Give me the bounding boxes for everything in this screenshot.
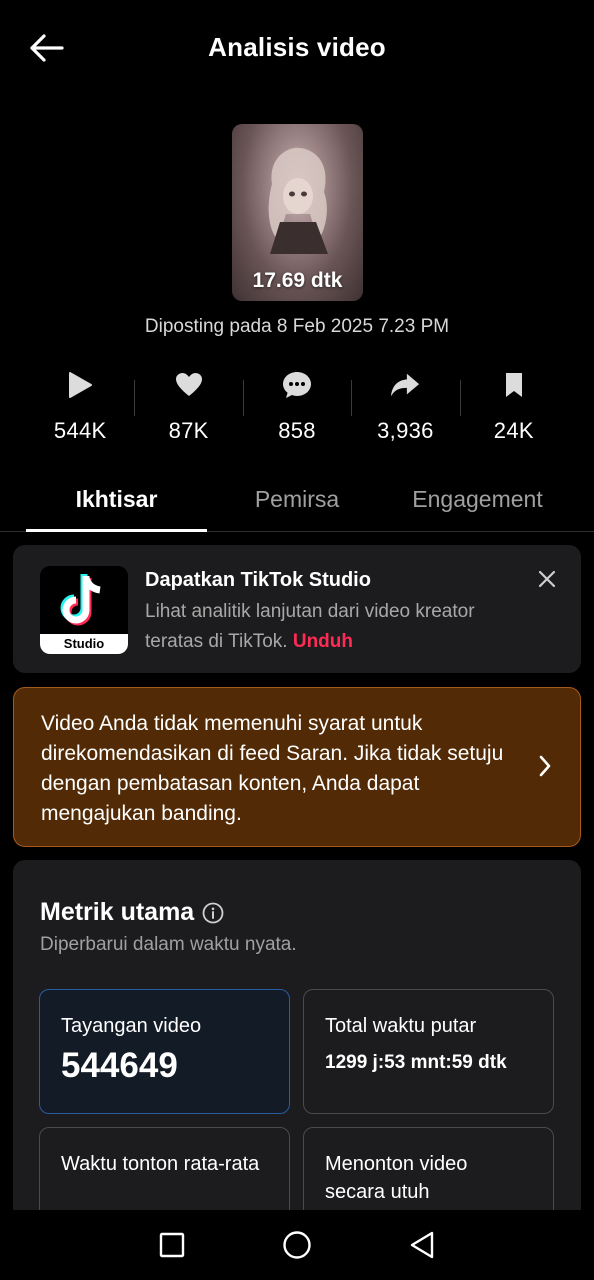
tab-ikhtisar[interactable]: Ikhtisar bbox=[26, 470, 207, 532]
play-icon bbox=[65, 370, 95, 400]
download-link[interactable]: Unduh bbox=[293, 631, 353, 652]
tiktok-studio-promo: Studio Dapatkan TikTok Studio Lihat anal… bbox=[13, 545, 581, 673]
thumbnail-figure-image bbox=[268, 147, 328, 254]
metric-label: Waktu tonton rata-rata bbox=[61, 1153, 260, 1175]
video-duration: 17.69 dtk bbox=[252, 269, 343, 292]
metric-value: 544649 bbox=[61, 1046, 178, 1085]
stat-comments: 858 bbox=[242, 366, 351, 446]
metric-total-watch-time[interactable]: Total waktu putar 1299 j:53 mnt:59 dtk bbox=[303, 989, 554, 1114]
stat-value: 3,936 bbox=[377, 418, 434, 443]
metrics-title-text: Metrik utama bbox=[40, 898, 195, 926]
tab-engagement[interactable]: Engagement bbox=[387, 470, 568, 531]
eligibility-warning-banner[interactable]: Video Anda tidak memenuhi syarat untuk d… bbox=[13, 687, 581, 847]
bookmark-icon bbox=[499, 370, 529, 400]
chevron-right-icon bbox=[539, 755, 551, 777]
info-icon[interactable] bbox=[202, 902, 224, 924]
triangle-back-icon bbox=[410, 1231, 433, 1259]
warning-text: Video Anda tidak memenuhi syarat untuk d… bbox=[41, 712, 504, 825]
stat-value: 24K bbox=[493, 418, 534, 443]
comment-icon bbox=[282, 370, 312, 400]
close-icon bbox=[538, 570, 556, 588]
stat-value: 544K bbox=[53, 418, 107, 443]
stat-value: 858 bbox=[278, 418, 316, 443]
tiktok-studio-logo: Studio bbox=[40, 566, 128, 654]
share-icon bbox=[390, 370, 420, 400]
metric-label: Tayangan video bbox=[61, 1015, 202, 1037]
stat-likes: 87K bbox=[134, 366, 242, 446]
tab-bar: Ikhtisar Pemirsa Engagement bbox=[0, 470, 594, 532]
recent-apps-button[interactable] bbox=[142, 1215, 202, 1275]
system-navigation-bar bbox=[0, 1210, 594, 1280]
promo-description: Lihat analitik lanjutan dari video kreat… bbox=[145, 597, 505, 657]
square-icon bbox=[160, 1232, 185, 1258]
header: Analisis video bbox=[0, 0, 594, 100]
key-metrics-card: Metrik utama Diperbarui dalam waktu nyat… bbox=[13, 860, 581, 1252]
video-thumbnail[interactable]: 17.69 dtk bbox=[232, 124, 363, 301]
metric-video-views[interactable]: Tayangan video 544649 bbox=[39, 989, 290, 1114]
close-button[interactable] bbox=[533, 565, 561, 593]
metrics-subtitle: Diperbarui dalam waktu nyata. bbox=[40, 934, 297, 955]
page-title: Analisis video bbox=[208, 32, 386, 62]
metric-label: Total waktu putar bbox=[325, 1015, 477, 1037]
metric-value: 1299 j:53 mnt:59 dtk bbox=[325, 1052, 507, 1073]
metrics-title: Metrik utama bbox=[40, 898, 224, 927]
heart-icon bbox=[174, 370, 204, 400]
posted-date: Diposting pada 8 Feb 2025 7.23 PM bbox=[144, 316, 450, 337]
metric-label: Menonton video secara utuh bbox=[325, 1153, 468, 1203]
tab-pemirsa[interactable]: Pemirsa bbox=[207, 470, 387, 531]
home-button[interactable] bbox=[267, 1215, 327, 1275]
back-nav-button[interactable] bbox=[392, 1215, 452, 1275]
promo-title: Dapatkan TikTok Studio bbox=[145, 569, 371, 591]
stat-shares: 3,936 bbox=[351, 366, 459, 446]
stat-saves: 24K bbox=[459, 366, 568, 446]
circle-icon bbox=[283, 1231, 311, 1259]
stats-row: 544K 87K 858 3,936 24K bbox=[26, 366, 568, 446]
studio-label: Studio bbox=[40, 634, 128, 654]
stat-value: 87K bbox=[168, 418, 209, 443]
stat-views: 544K bbox=[26, 366, 134, 446]
